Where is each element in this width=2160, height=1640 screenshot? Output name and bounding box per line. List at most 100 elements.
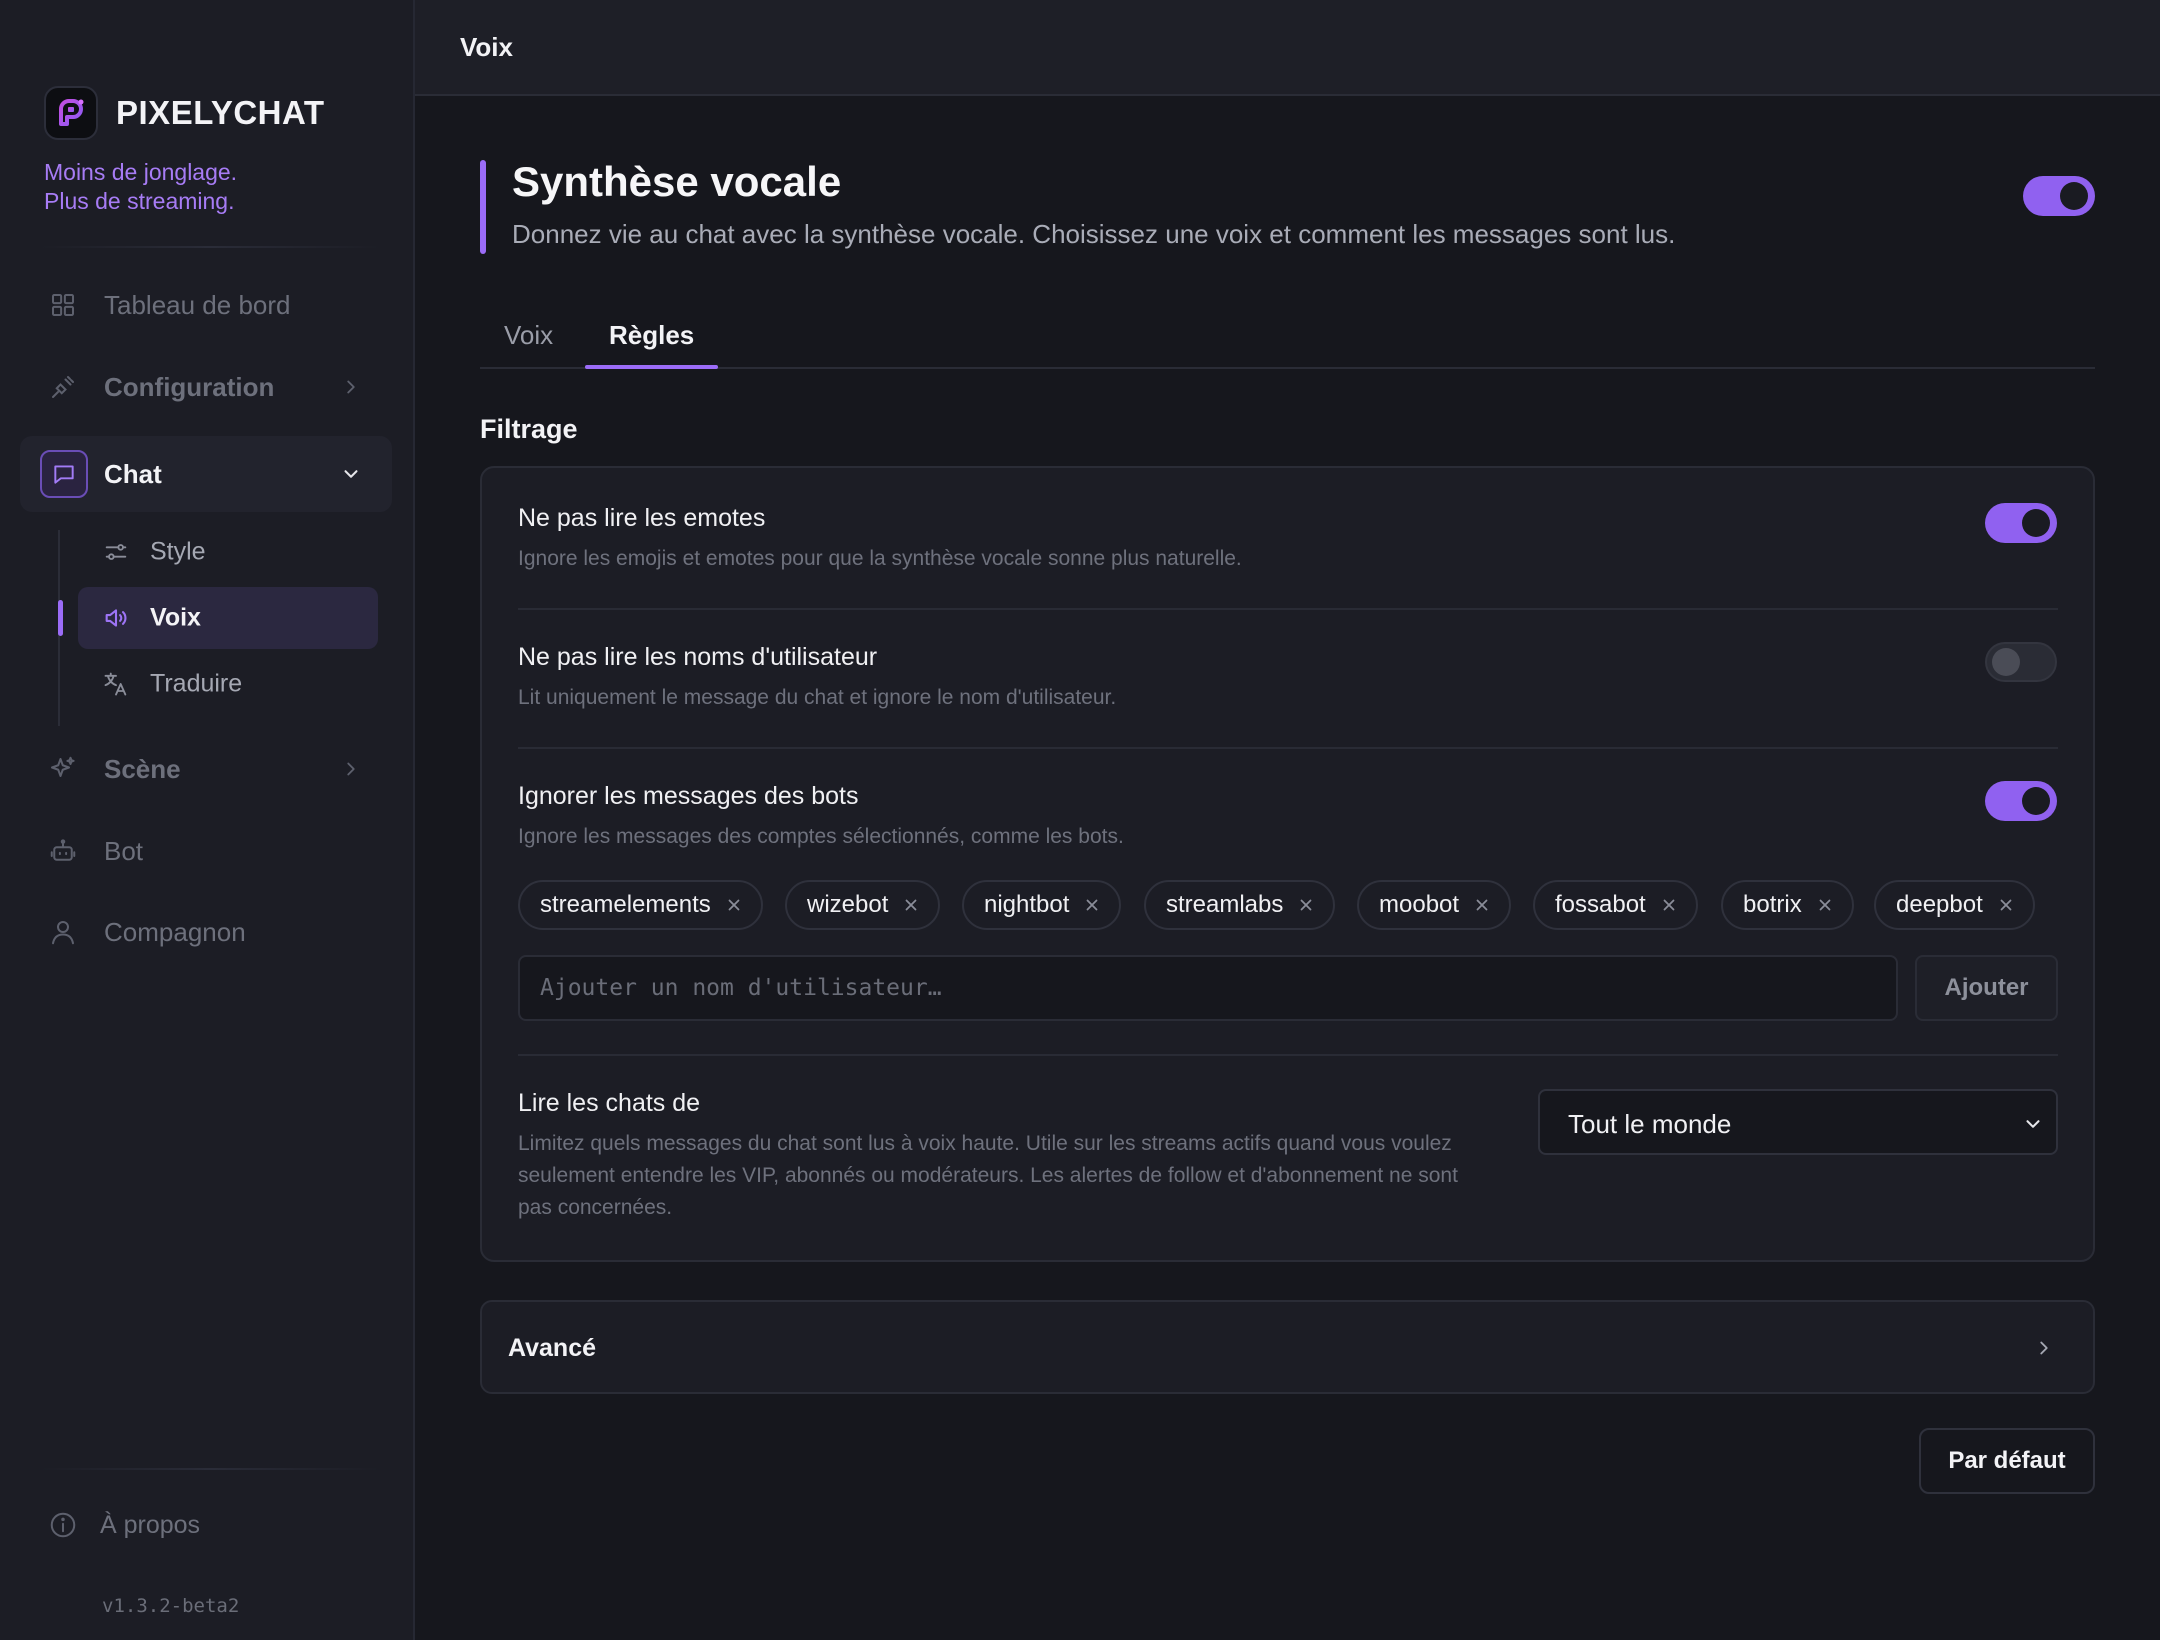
advanced-label: Avancé	[508, 1334, 597, 1362]
speaker-icon	[102, 604, 130, 632]
bot-chip-label: deepbot	[1896, 891, 1983, 918]
add-username-button[interactable]: Ajouter	[1915, 955, 2058, 1021]
page-subtitle: Donnez vie au chat avec la synthèse voca…	[512, 219, 1676, 249]
sliders-icon	[102, 538, 130, 566]
header-accent-bar	[480, 160, 486, 254]
bot-chip-label: moobot	[1379, 891, 1460, 918]
bot-chip: moobot	[1357, 880, 1512, 930]
sidebar-item-label: Tableau de bord	[104, 289, 291, 320]
divider	[518, 747, 2058, 749]
tagline: Moins de jonglage. Plus de streaming.	[44, 159, 238, 214]
tabs-divider	[480, 367, 2095, 369]
about-label: À propos	[100, 1510, 201, 1539]
bot-chip: wizebot	[785, 880, 941, 930]
sidebar-item-label: Chat	[104, 458, 162, 489]
bot-chip: botrix	[1721, 880, 1854, 930]
sidebar-item-chat[interactable]: Chat	[20, 436, 392, 512]
sidebar-item-configuration[interactable]: Configuration	[20, 351, 392, 423]
toggle-knob	[2022, 787, 2050, 815]
sidebar-item-dashboard[interactable]: Tableau de bord	[20, 269, 392, 341]
bot-chip: deepbot	[1874, 880, 2035, 930]
dashboard-grid-icon	[48, 290, 78, 320]
sidebar-subitem-label: Traduire	[150, 669, 243, 698]
chevron-down-icon	[340, 463, 362, 485]
bot-chip: streamelements	[518, 880, 763, 930]
setting-title: Ne pas lire les noms d'utilisateur	[518, 643, 878, 671]
sidebar-subitem-voix[interactable]: Voix	[78, 587, 378, 649]
bot-chip: nightbot	[962, 880, 1122, 930]
setting-description: Lit uniquement le message du chat et ign…	[518, 686, 1117, 709]
page-title-topbar: Voix	[460, 32, 513, 62]
remove-icon[interactable]	[1083, 896, 1101, 914]
setting-description: Ignore les emojis et emotes pour que la …	[518, 547, 1242, 570]
remove-icon[interactable]	[1997, 896, 2015, 914]
remove-icon[interactable]	[1816, 896, 1834, 914]
about-link[interactable]: À propos	[48, 1510, 200, 1540]
sidebar: PIXELYCHAT Moins de jonglage. Plus de st…	[0, 0, 415, 1640]
divider	[518, 608, 2058, 610]
sparkles-icon	[48, 754, 78, 784]
remove-icon[interactable]	[725, 896, 743, 914]
read-from-select[interactable]: Tout le monde	[1538, 1089, 2058, 1155]
section-title-filtrage: Filtrage	[480, 414, 578, 444]
bot-chip-label: nightbot	[984, 891, 1070, 918]
remove-icon[interactable]	[1297, 896, 1315, 914]
toggle-knob	[2022, 509, 2050, 537]
sidebar-item-compagnon[interactable]: Compagnon	[20, 896, 392, 968]
plug-icon	[48, 372, 78, 402]
translate-icon	[102, 670, 130, 698]
chat-bubble-icon	[40, 450, 88, 498]
sidebar-item-label: Scène	[104, 753, 181, 784]
divider	[40, 246, 380, 248]
remove-icon[interactable]	[1660, 896, 1678, 914]
sidebar-item-bot[interactable]: Bot	[20, 815, 392, 887]
chevron-down-icon	[2022, 1113, 2044, 1135]
active-tab-indicator	[585, 365, 718, 369]
sidebar-item-scene[interactable]: Scène	[20, 733, 392, 805]
bot-chip-label: botrix	[1743, 891, 1802, 918]
setting-title: Lire les chats de	[518, 1089, 701, 1117]
remove-icon[interactable]	[902, 896, 920, 914]
toggle-knob	[2060, 182, 2088, 210]
brand: PIXELYCHAT	[44, 86, 325, 140]
toggle-knob	[1992, 648, 2020, 676]
remove-icon[interactable]	[1473, 896, 1491, 914]
sidebar-item-label: Compagnon	[104, 916, 246, 947]
sidebar-subitem-style[interactable]: Style	[78, 521, 378, 583]
setting-title: Ne pas lire les emotes	[518, 504, 766, 532]
bot-chip-label: wizebot	[807, 891, 889, 918]
skip-emotes-toggle[interactable]	[1985, 503, 2057, 543]
skip-usernames-toggle[interactable]	[1985, 642, 2057, 682]
bot-chip-label: streamelements	[540, 891, 711, 918]
user-icon	[48, 917, 78, 947]
sidebar-item-label: Configuration	[104, 371, 275, 402]
bot-chip: fossabot	[1533, 880, 1698, 930]
chevron-right-icon	[340, 758, 362, 780]
active-indicator	[58, 600, 63, 636]
robot-icon	[48, 836, 78, 866]
info-icon	[48, 1510, 78, 1540]
version-label: v1.3.2-beta2	[102, 1595, 240, 1617]
sidebar-item-label: Bot	[104, 835, 144, 866]
divider	[518, 1054, 2058, 1056]
setting-description: Limitez quels messages du chat sont lus …	[518, 1132, 1458, 1219]
add-username-input[interactable]	[518, 955, 1898, 1021]
setting-description: Ignore les messages des comptes sélectio…	[518, 825, 1124, 848]
topbar: Voix	[415, 0, 2160, 96]
page-title: Synthèse vocale	[512, 158, 842, 205]
divider	[40, 1468, 380, 1470]
setting-title: Ignorer les messages des bots	[518, 782, 859, 810]
tab-voix[interactable]: Voix	[504, 320, 553, 351]
chevron-right-icon	[2033, 1337, 2055, 1359]
tab-regles[interactable]: Règles	[609, 320, 694, 351]
sidebar-subitem-label: Style	[150, 537, 206, 566]
sidebar-subitem-label: Voix	[150, 603, 201, 632]
ignore-bots-toggle[interactable]	[1985, 781, 2057, 821]
sidebar-subitem-traduire[interactable]: Traduire	[78, 653, 378, 715]
tts-enable-toggle[interactable]	[2023, 176, 2095, 216]
advanced-section[interactable]: Avancé	[480, 1300, 2095, 1394]
brand-name: PIXELYCHAT	[116, 94, 325, 131]
reset-default-button[interactable]: Par défaut	[1919, 1428, 2095, 1494]
bot-chip-label: streamlabs	[1166, 891, 1284, 918]
bot-chip: streamlabs	[1144, 880, 1336, 930]
